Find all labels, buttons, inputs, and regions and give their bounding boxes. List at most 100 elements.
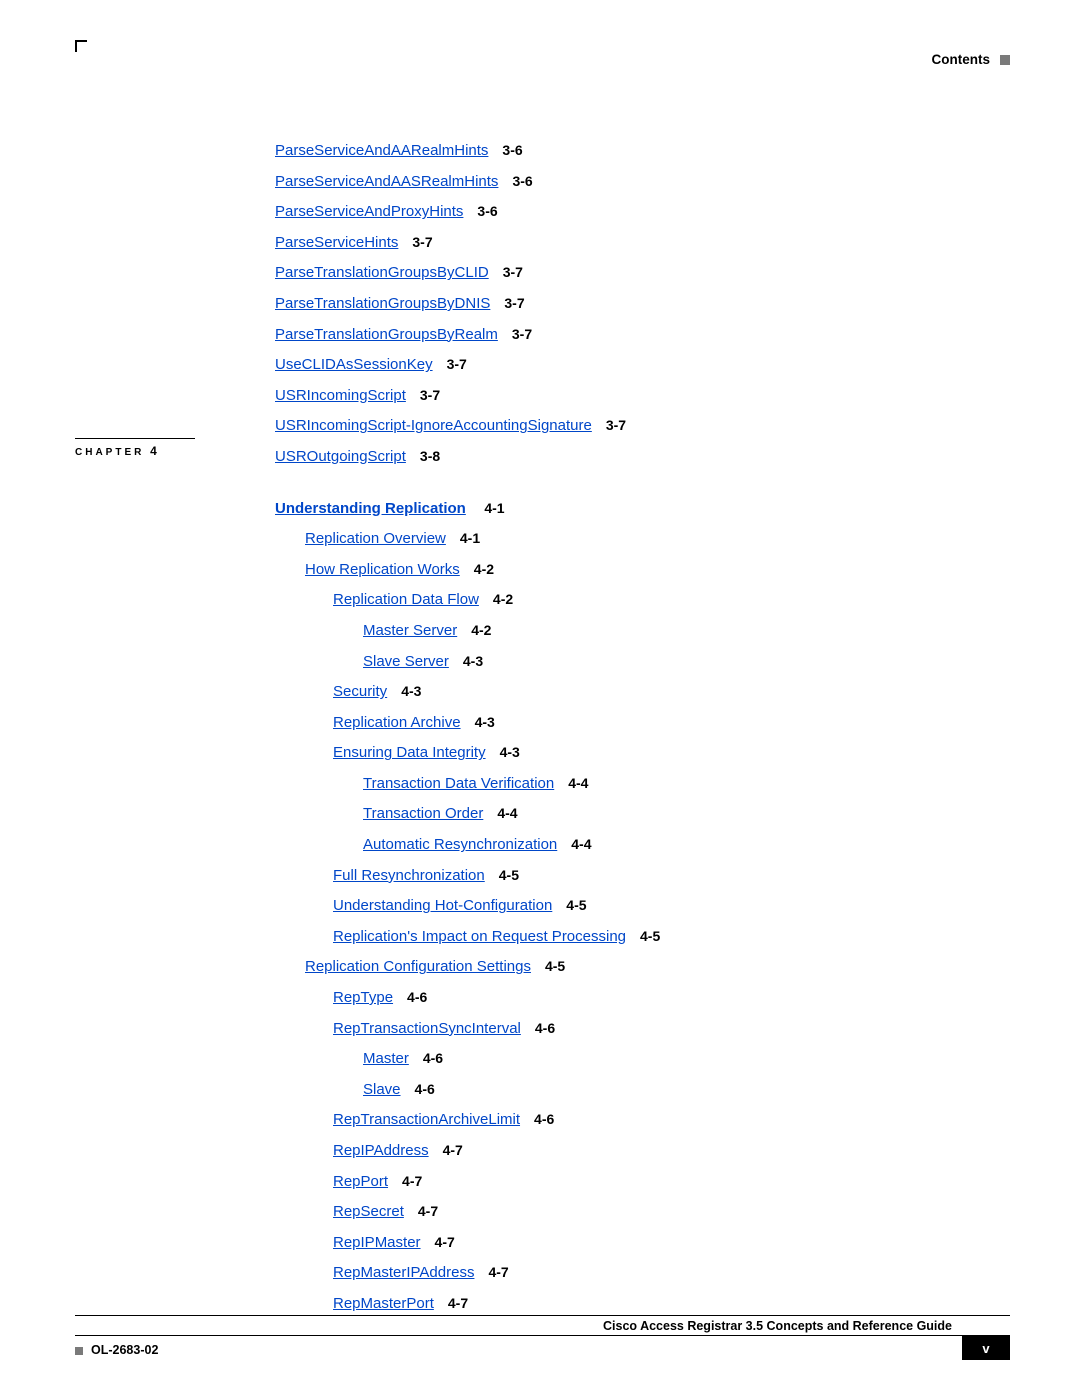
chapter-title-row: Understanding Replication 4-1: [275, 498, 995, 520]
toc-entry: RepIPAddress 4-7: [333, 1140, 995, 1162]
toc-link[interactable]: ParseServiceAndAASRealmHints: [275, 173, 498, 190]
footer: Cisco Access Registrar 3.5 Concepts and …: [75, 1315, 1010, 1360]
toc-link[interactable]: USRIncomingScript: [275, 387, 406, 404]
toc-link[interactable]: ParseTranslationGroupsByCLID: [275, 264, 489, 281]
toc-entry: RepIPMaster 4-7: [333, 1232, 995, 1254]
toc-entry: ParseTranslationGroupsByRealm 3-7: [275, 324, 995, 346]
toc-link[interactable]: ParseTranslationGroupsByDNIS: [275, 295, 490, 312]
toc-link[interactable]: RepSecret: [333, 1203, 404, 1220]
toc-link[interactable]: RepMasterIPAddress: [333, 1264, 474, 1281]
toc-link[interactable]: RepMasterPort: [333, 1295, 434, 1312]
chapter-rule: [75, 438, 195, 439]
toc-entry: RepType 4-6: [333, 987, 995, 1009]
toc-link[interactable]: Replication's Impact on Request Processi…: [333, 928, 626, 945]
toc-entry: Security 4-3: [333, 681, 995, 703]
toc-link[interactable]: RepType: [333, 989, 393, 1006]
toc-link[interactable]: ParseServiceAndProxyHints: [275, 203, 463, 220]
toc-page: 4-7: [443, 1142, 463, 1158]
toc-entry: Replication Configuration Settings4-5: [305, 956, 995, 978]
toc-link[interactable]: RepPort: [333, 1173, 388, 1190]
toc-link[interactable]: Replication Configuration Settings: [305, 958, 531, 975]
toc-page: 3-7: [412, 234, 432, 250]
toc-page: 4-7: [488, 1264, 508, 1280]
toc-page: 3-7: [503, 264, 523, 280]
toc-link[interactable]: Understanding Hot-Configuration: [333, 897, 552, 914]
toc-page: 4-5: [640, 928, 660, 944]
toc-link[interactable]: UseCLIDAsSessionKey: [275, 356, 433, 373]
toc-entry: USRIncomingScript3-7: [275, 385, 995, 407]
toc-entry: Master Server 4-2: [363, 620, 995, 642]
toc-link[interactable]: RepIPAddress: [333, 1142, 429, 1159]
chapter-tag: CHAPTER: [75, 447, 144, 458]
footer-rule-top: [75, 1315, 1010, 1316]
toc-link[interactable]: Ensuring Data Integrity: [333, 744, 486, 761]
toc-page: 4-6: [535, 1020, 555, 1036]
toc-link[interactable]: Slave Server: [363, 653, 449, 670]
chapter-title-link[interactable]: Understanding Replication: [275, 500, 466, 517]
toc-page: 4-6: [407, 989, 427, 1005]
toc-page: 4-2: [471, 622, 491, 638]
toc-link[interactable]: RepTransactionSyncInterval: [333, 1020, 521, 1037]
toc-link[interactable]: Transaction Order: [363, 805, 483, 822]
toc-entry: Replication Archive 4-3: [333, 712, 995, 734]
toc-link[interactable]: USROutgoingScript: [275, 448, 406, 465]
toc-page: 4-3: [500, 744, 520, 760]
toc-entry: UseCLIDAsSessionKey3-7: [275, 354, 995, 376]
toc-page: 4-2: [493, 591, 513, 607]
toc-link[interactable]: ParseTranslationGroupsByRealm: [275, 326, 498, 343]
toc-link[interactable]: Security: [333, 683, 387, 700]
toc-link[interactable]: Replication Data Flow: [333, 591, 479, 608]
page: Contents CHAPTER 4 ParseServiceAndAAReal…: [75, 40, 1010, 1360]
toc-link[interactable]: Replication Archive: [333, 714, 461, 731]
toc-entry: RepPort 4-7: [333, 1171, 995, 1193]
toc-entry: ParseServiceAndProxyHints3-6: [275, 201, 995, 223]
crop-mark-icon: [75, 40, 87, 52]
toc-link[interactable]: ParseServiceHints: [275, 234, 398, 251]
toc-entry: ParseTranslationGroupsByDNIS 3-7: [275, 293, 995, 315]
toc-link[interactable]: Full Resynchronization: [333, 867, 485, 884]
toc-link[interactable]: Automatic Resynchronization: [363, 836, 557, 853]
toc-entry: Slave Server 4-3: [363, 651, 995, 673]
toc-section-chapter4: Understanding Replication 4-1 Replicatio…: [275, 498, 995, 1315]
footer-doc-id: OL-2683-02: [91, 1343, 158, 1357]
toc-page: 4-7: [435, 1234, 455, 1250]
toc-page: 3-7: [512, 326, 532, 342]
toc-link[interactable]: RepIPMaster: [333, 1234, 421, 1251]
toc-link[interactable]: Transaction Data Verification: [363, 775, 554, 792]
toc-page: 4-1: [460, 530, 480, 546]
toc-page: 4-4: [571, 836, 591, 852]
chapter-title-page: 4-1: [484, 500, 504, 516]
toc-entry: RepTransactionArchiveLimit4-6: [333, 1109, 995, 1131]
toc-entry: RepSecret 4-7: [333, 1201, 995, 1223]
toc-page: 4-3: [401, 683, 421, 699]
toc-entry: USROutgoingScript3-8: [275, 446, 995, 468]
toc-entry: ParseServiceHints 3-7: [275, 232, 995, 254]
toc-page: 4-4: [497, 805, 517, 821]
toc-page: 3-7: [504, 295, 524, 311]
toc-page: 4-6: [423, 1050, 443, 1066]
toc-page: 4-5: [499, 867, 519, 883]
toc-entry: Transaction Order 4-4: [363, 803, 995, 825]
toc-link[interactable]: Replication Overview: [305, 530, 446, 547]
toc-page: 4-7: [402, 1173, 422, 1189]
toc-link[interactable]: RepTransactionArchiveLimit: [333, 1111, 520, 1128]
toc-link[interactable]: How Replication Works: [305, 561, 460, 578]
toc-page: 4-7: [448, 1295, 468, 1311]
toc-link[interactable]: ParseServiceAndAARealmHints: [275, 142, 488, 159]
square-icon: [75, 1347, 83, 1355]
toc-entry: USRIncomingScript-IgnoreAccountingSignat…: [275, 415, 995, 437]
toc-page: 4-3: [463, 653, 483, 669]
toc-link[interactable]: Master Server: [363, 622, 457, 639]
toc-page: 4-3: [475, 714, 495, 730]
toc-page: 4-7: [418, 1203, 438, 1219]
chapter-number: 4: [150, 444, 157, 458]
toc-entry: How Replication Works4-2: [305, 559, 995, 581]
toc-link[interactable]: Master: [363, 1050, 409, 1067]
toc-entry: Ensuring Data Integrity 4-3: [333, 742, 995, 764]
toc-page: 4-6: [415, 1081, 435, 1097]
toc-entry: RepMasterIPAddress 4-7: [333, 1262, 995, 1284]
toc-link[interactable]: Slave: [363, 1081, 401, 1098]
toc-entry: RepMasterPort 4-7: [333, 1293, 995, 1315]
toc-page: 3-6: [502, 142, 522, 158]
toc-link[interactable]: USRIncomingScript-IgnoreAccountingSignat…: [275, 417, 592, 434]
